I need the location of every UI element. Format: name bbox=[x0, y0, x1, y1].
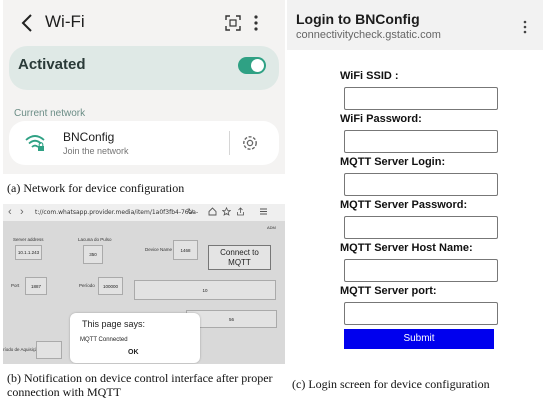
mqtt-login-label: MQTT Server Login: bbox=[340, 156, 446, 168]
mqtt-password-input[interactable] bbox=[344, 216, 498, 239]
wifi-ssid-input[interactable] bbox=[344, 87, 498, 110]
device-name-field[interactable]: 1468 bbox=[173, 240, 198, 260]
network-item[interactable]: BNConfig Join the network bbox=[9, 121, 279, 165]
browser-toolbar: ‹ › t://com.whatsapp.provider.media/item… bbox=[3, 204, 285, 221]
periodo-aquisicao-field[interactable] bbox=[36, 341, 62, 359]
lacuna-label: Lacuna do Pulso bbox=[78, 237, 112, 242]
caption-b: (b) Notification on device control inter… bbox=[7, 371, 273, 399]
gear-icon[interactable] bbox=[240, 133, 260, 153]
share-icon[interactable] bbox=[236, 207, 245, 216]
device-name-label: Device Name bbox=[145, 247, 173, 252]
back-arrow-icon[interactable]: ‹ bbox=[8, 206, 12, 218]
dialog-message: MQTT Connected bbox=[80, 337, 128, 343]
toggle-knob bbox=[251, 59, 264, 72]
wifi-lock-icon bbox=[25, 135, 45, 151]
back-arrow-icon[interactable] bbox=[19, 13, 37, 33]
mqtt-password-label: MQTT Server Password: bbox=[340, 199, 468, 211]
qr-scan-icon[interactable] bbox=[225, 15, 241, 31]
network-status: Join the network bbox=[63, 146, 129, 156]
device-control-panel: ‹ › t://com.whatsapp.provider.media/item… bbox=[3, 204, 285, 364]
dialog-title: This page says: bbox=[82, 319, 146, 329]
login-panel: Login to BNConfig connectivitycheck.gsta… bbox=[287, 0, 543, 370]
login-url: connectivitycheck.gstatic.com bbox=[296, 29, 441, 41]
wifi-password-label: WiFi Password: bbox=[340, 113, 422, 125]
periodo-field[interactable]: 100000 bbox=[98, 277, 123, 295]
url-bar[interactable]: t://com.whatsapp.provider.media/item/1a0… bbox=[32, 206, 202, 219]
submit-button[interactable]: Submit bbox=[344, 329, 494, 349]
mqtt-port-input[interactable] bbox=[344, 302, 498, 325]
current-network-label: Current network bbox=[14, 108, 86, 119]
wifi-toggle[interactable] bbox=[238, 57, 266, 74]
caption-c: (c) Login screen for device configuratio… bbox=[292, 377, 490, 391]
menu-icon[interactable] bbox=[259, 207, 268, 216]
star-icon[interactable] bbox=[222, 207, 231, 216]
adm-label: ADM bbox=[267, 225, 276, 230]
connect-mqtt-button[interactable]: Connect to MQTT bbox=[208, 245, 271, 270]
alert-dialog: This page says: MQTT Connected OK bbox=[70, 313, 200, 363]
wifi-settings-panel: Wi-Fi Activated Current network BNConfig… bbox=[3, 0, 285, 174]
caption-a: (a) Network for device configuration bbox=[7, 181, 185, 195]
mqtt-host-input[interactable] bbox=[344, 259, 498, 282]
login-title: Login to BNConfig bbox=[296, 11, 420, 27]
mqtt-port-label: MQTT Server port: bbox=[340, 285, 437, 297]
server-address-field[interactable]: 10.1.1.243 bbox=[15, 245, 42, 260]
network-name: BNConfig bbox=[63, 130, 115, 144]
activated-label: Activated bbox=[18, 56, 86, 73]
port-label: Port bbox=[11, 283, 20, 288]
port-field[interactable]: 1887 bbox=[25, 277, 47, 295]
wifi-password-input[interactable] bbox=[344, 130, 498, 153]
mqtt-login-input[interactable] bbox=[344, 173, 498, 196]
wifi-ssid-label: WiFi SSID : bbox=[340, 70, 399, 82]
wifi-activated-card[interactable]: Activated bbox=[9, 46, 279, 90]
more-options-icon[interactable] bbox=[522, 20, 528, 34]
reload-icon[interactable]: ↻ bbox=[187, 207, 194, 216]
dialog-ok-button[interactable]: OK bbox=[128, 349, 139, 356]
mqtt-host-label: MQTT Server Host Name: bbox=[340, 242, 473, 254]
divider bbox=[229, 131, 230, 155]
wide-value-field[interactable]: 10 bbox=[134, 280, 276, 300]
login-header: Login to BNConfig connectivitycheck.gsta… bbox=[287, 0, 543, 50]
page-title: Wi-Fi bbox=[45, 12, 85, 31]
forward-arrow-icon[interactable]: › bbox=[20, 206, 24, 218]
server-address-label: Server address bbox=[13, 237, 44, 242]
more-options-icon[interactable] bbox=[251, 14, 261, 32]
periodo-label: Período bbox=[79, 283, 95, 288]
periodo-aquisicao-label: ríodo de Aquisição bbox=[3, 347, 41, 352]
wifi-header: Wi-Fi bbox=[3, 0, 285, 46]
home-icon[interactable] bbox=[208, 207, 217, 216]
lacuna-field[interactable]: 350 bbox=[83, 245, 103, 264]
